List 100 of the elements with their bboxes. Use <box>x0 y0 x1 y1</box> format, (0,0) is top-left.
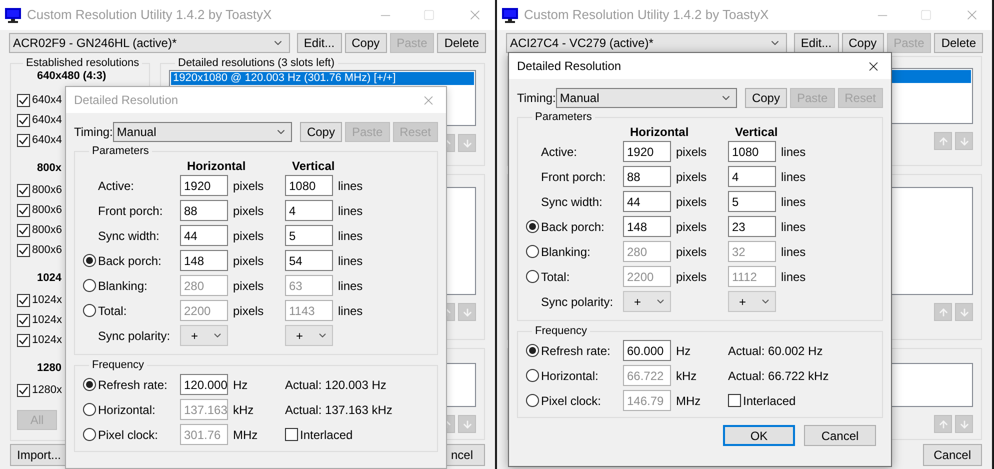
unit-label: MHz <box>675 392 702 410</box>
checkbox[interactable] <box>285 428 298 441</box>
button[interactable]: Cancel <box>922 444 982 466</box>
unit-label: pixels <box>675 218 708 236</box>
unit-label: MHz <box>232 426 259 444</box>
arrow-down-icon <box>958 306 970 318</box>
input-field[interactable]: 23 <box>728 216 776 237</box>
unit-label: lines <box>780 218 806 236</box>
input-field[interactable]: 88 <box>180 200 228 221</box>
field-label: Sync width: <box>98 228 160 244</box>
checkbox[interactable] <box>728 394 741 407</box>
checkbox[interactable] <box>17 184 30 196</box>
input-field[interactable]: 44 <box>180 225 228 246</box>
resolution-heading: 640x480 (4:3) <box>37 70 106 83</box>
actual-value: Actual: 66.722 kHz <box>728 368 829 384</box>
checkbox[interactable] <box>17 94 30 106</box>
checkbox[interactable] <box>17 384 30 396</box>
column-header: Horizontal <box>187 158 247 174</box>
window-title: Custom Resolution Utility 1.4.2 by ToastyX <box>27 6 273 24</box>
button[interactable]: Copy <box>300 122 342 142</box>
arrow-up-icon <box>938 136 948 146</box>
button[interactable]: Edit... <box>296 32 342 52</box>
input-field[interactable]: 1080 <box>728 141 776 162</box>
checkbox-label: 800x6 <box>32 182 62 198</box>
timing-label: Timing: <box>74 124 113 140</box>
unit-label: pixels <box>675 168 708 186</box>
field-label: Back porch: <box>98 252 162 270</box>
field-label: Total: <box>541 268 570 286</box>
monitor-select[interactable]: ACI27C4 - VC279 (active)* <box>506 32 787 52</box>
unit-label: lines <box>780 168 806 186</box>
unit-label: pixels <box>232 178 265 194</box>
checkbox[interactable] <box>17 134 30 146</box>
checkbox-label: 640x4 <box>32 112 62 128</box>
timing-label: Timing: <box>517 90 556 106</box>
arrow-down-icon <box>462 306 472 318</box>
field-label: Front porch: <box>541 168 606 186</box>
input-field[interactable]: 148 <box>180 250 228 271</box>
unit-label: lines <box>337 252 363 270</box>
group-title: Established resolutions <box>25 56 140 70</box>
radio-button[interactable] <box>83 254 96 267</box>
dialog-title: Detailed Resolution <box>74 92 178 109</box>
list-row[interactable]: 1920x1080 @ 120.003 Hz (301.76 MHz) [+/+] <box>171 72 474 85</box>
input-field[interactable]: 44 <box>623 191 671 212</box>
unit-label: pixels <box>232 228 265 244</box>
polarity-select[interactable]: + <box>623 291 671 312</box>
checkbox[interactable] <box>17 204 30 216</box>
checkbox[interactable] <box>17 114 30 126</box>
polarity-select[interactable]: + <box>285 325 333 346</box>
radio-button[interactable] <box>83 378 96 391</box>
group-title: Parameters <box>534 110 593 124</box>
input-field[interactable]: 5 <box>285 225 333 246</box>
unit-label: pixels <box>675 244 708 260</box>
button[interactable]: Delete <box>934 32 983 52</box>
input-field[interactable]: 1920 <box>623 141 671 162</box>
button[interactable]: Copy <box>842 32 884 52</box>
input-field[interactable]: 60.000 <box>623 340 671 361</box>
input-field[interactable]: 54 <box>285 250 333 271</box>
polarity-select[interactable]: + <box>180 325 228 346</box>
checkbox[interactable] <box>17 224 30 236</box>
unit-label: pixels <box>675 268 708 286</box>
resolution-heading: 800x <box>37 162 62 175</box>
timing-select[interactable]: Manual <box>556 88 737 108</box>
checkbox[interactable] <box>17 334 30 346</box>
radio-button[interactable] <box>526 220 539 233</box>
unit-label: pixels <box>232 202 265 220</box>
button[interactable]: Delete <box>437 32 486 52</box>
timing-select[interactable]: Manual <box>112 122 292 142</box>
button[interactable]: Edit... <box>794 32 839 52</box>
field-label: Active: <box>98 178 134 194</box>
dialog-title: Detailed Resolution <box>517 58 622 75</box>
button[interactable]: Copy <box>744 88 787 108</box>
checkbox[interactable] <box>17 244 30 256</box>
checkbox[interactable] <box>17 314 30 326</box>
input-field[interactable]: 1920 <box>180 175 228 196</box>
input-field[interactable]: 4 <box>285 200 333 221</box>
column-header: Horizontal <box>630 124 690 140</box>
unit-label: lines <box>780 144 806 160</box>
checkbox[interactable] <box>17 294 30 306</box>
arrow-down-icon <box>958 136 970 146</box>
input-field[interactable]: 88 <box>623 166 671 187</box>
unit-label: Hz <box>232 376 249 394</box>
dialog-button[interactable]: Cancel <box>804 425 876 446</box>
radio-button[interactable] <box>526 344 539 357</box>
field-label: Sync width: <box>541 194 602 210</box>
column-header: Vertical <box>735 124 778 140</box>
input-field[interactable]: 148 <box>623 216 671 237</box>
dialog-button[interactable]: OK <box>723 425 795 446</box>
input-field[interactable]: 4 <box>728 166 776 187</box>
input-field[interactable]: 1080 <box>285 175 333 196</box>
monitor-icon <box>502 7 518 23</box>
button[interactable]: Import... <box>10 444 66 466</box>
monitor-select[interactable]: ACR02F9 - GN246HL (active)* <box>9 32 290 52</box>
checkbox-label: 640x4 <box>32 92 62 108</box>
button[interactable]: Copy <box>344 32 387 52</box>
unit-label: lines <box>337 178 363 194</box>
unit-label: kHz <box>232 402 255 418</box>
input-field[interactable]: 120.000 <box>180 374 228 395</box>
input-field[interactable]: 5 <box>728 191 776 212</box>
arrow-down-icon <box>958 418 970 430</box>
polarity-select[interactable]: + <box>728 291 776 312</box>
